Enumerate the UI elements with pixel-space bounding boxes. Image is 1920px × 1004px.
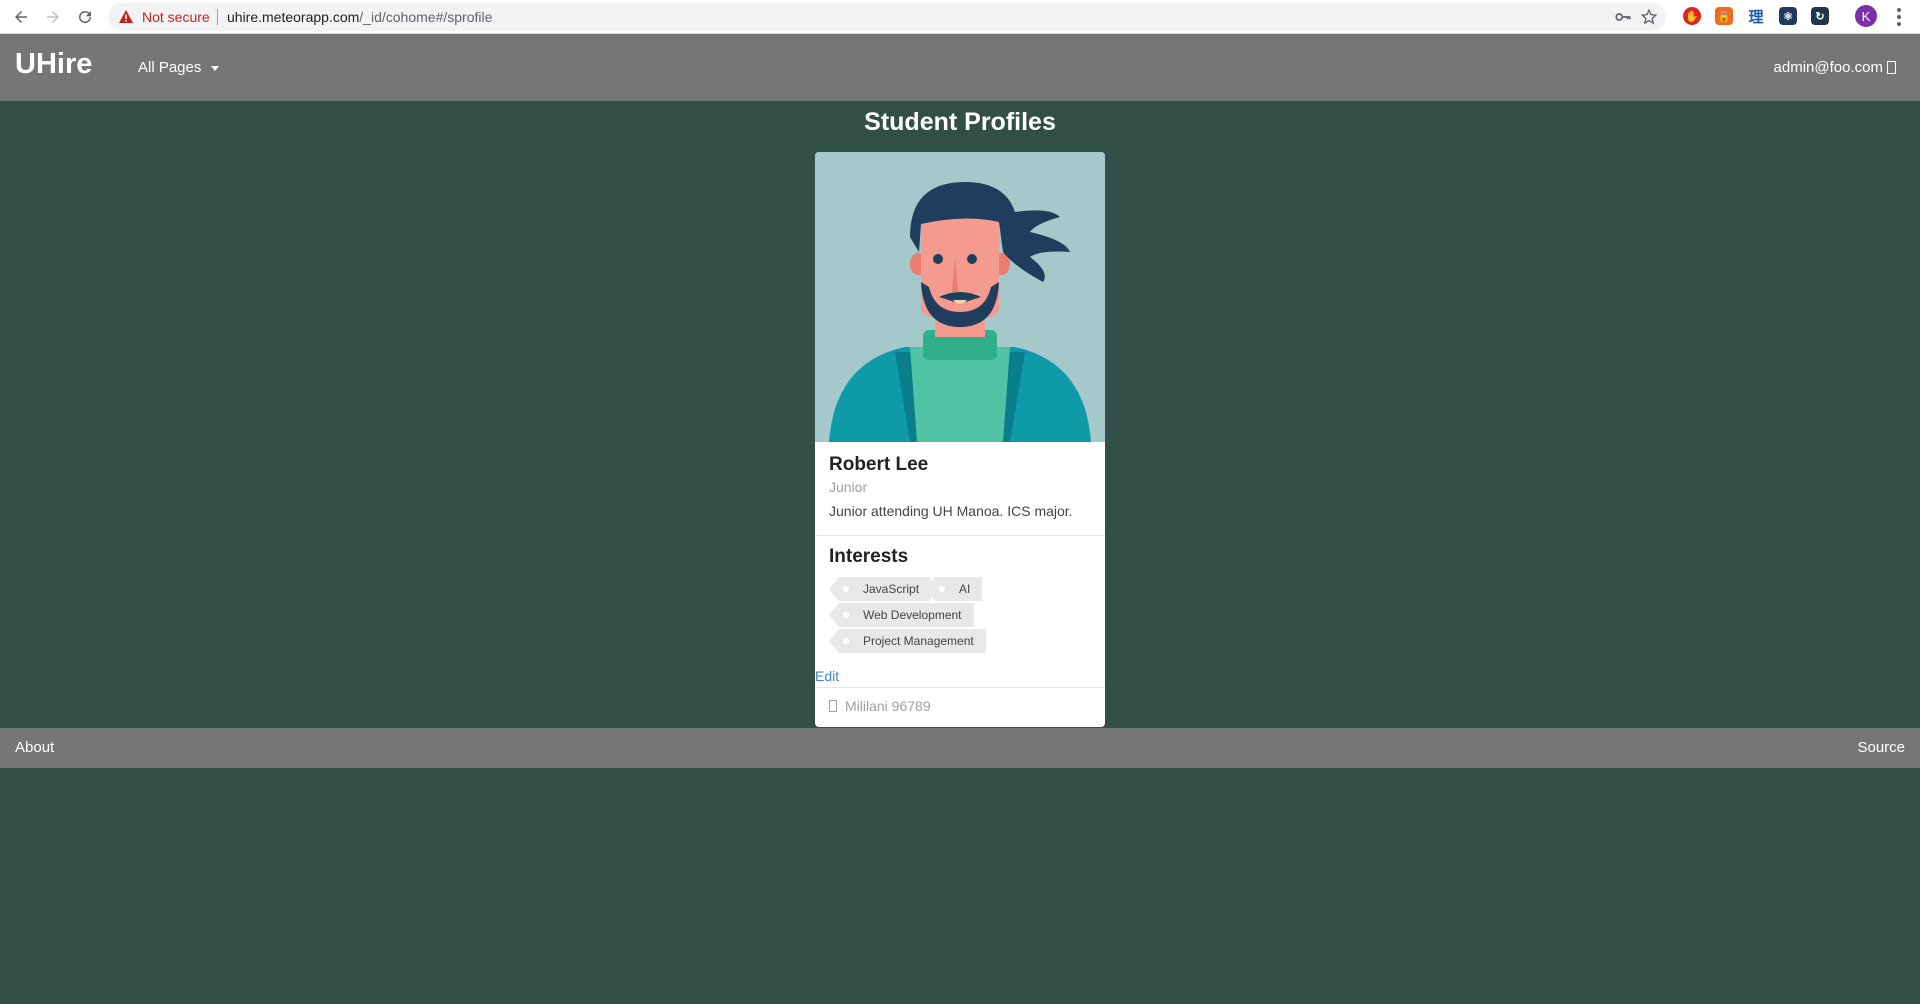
kanji-extension-icon[interactable]: 理 [1747,7,1765,26]
reload-button[interactable] [72,4,98,30]
address-bar[interactable]: Not secure uhire.meteorapp.com/_id/cohom… [108,3,1666,31]
interest-tag: Project Management [829,629,986,653]
student-profile-card: Robert Lee Junior Junior attending UH Ma… [815,152,1105,727]
dropdown-caret-icon [211,66,220,71]
student-name: Robert Lee [829,454,929,475]
react-devtools-icon[interactable]: ⚛ [1779,7,1797,25]
user-dropdown-icon [1887,61,1896,74]
forward-arrow-icon [47,11,59,23]
all-pages-label: All Pages [138,59,202,76]
location-icon [829,700,837,712]
url-path: /_id/cohome#/sprofile [359,9,493,25]
brand-logo[interactable]: UHire [15,48,92,81]
browser-toolbar: Not secure uhire.meteorapp.com/_id/cohom… [0,0,1920,34]
security-status[interactable]: Not secure [142,9,210,25]
footer: About Source [0,728,1920,768]
redux-devtools-icon[interactable]: ↻ [1811,7,1829,25]
student-year: Junior [829,479,868,495]
student-description: Junior attending UH Manoa. ICS major. [829,503,1073,519]
lock-extension-icon[interactable]: 🔒 [1715,7,1733,25]
source-link[interactable]: Source [1857,739,1905,756]
avatar-illustration [815,152,1105,442]
browser-menu-icon[interactable] [1890,6,1908,28]
back-arrow-icon [15,11,27,23]
location-text: Mililani 96789 [845,698,931,714]
top-navbar: UHire All Pages admin@foo.com [0,34,1920,101]
browser-profile-avatar[interactable]: K [1855,5,1877,27]
adblock-icon[interactable]: ✋ [1683,7,1701,25]
forward-button[interactable] [40,4,66,30]
warning-icon [119,10,133,23]
student-location: Mililani 96789 [829,698,931,714]
back-button[interactable] [8,4,34,30]
omnibox-separator [217,9,218,25]
url-host: uhire.meteorapp.com [227,9,360,25]
page-title: Student Profiles [864,108,1056,136]
avatar [815,152,1105,442]
key-icon[interactable] [1614,8,1632,26]
about-link[interactable]: About [15,739,54,756]
user-menu[interactable]: admin@foo.com [1774,59,1896,76]
reload-icon [79,11,92,24]
all-pages-dropdown[interactable]: All Pages [138,59,220,76]
interest-tag: Web Development [829,603,974,627]
interest-tag: AI [924,577,983,601]
interests-header: Interests [829,546,909,567]
interest-tag: JavaScript [828,577,932,601]
user-email: admin@foo.com [1773,59,1883,76]
edit-profile-link[interactable]: Edit [815,668,839,684]
bookmark-star-icon[interactable] [1640,8,1658,26]
card-divider [815,535,1105,536]
url-text[interactable]: uhire.meteorapp.com/_id/cohome#/sprofile [227,9,492,25]
card-divider [815,687,1105,688]
